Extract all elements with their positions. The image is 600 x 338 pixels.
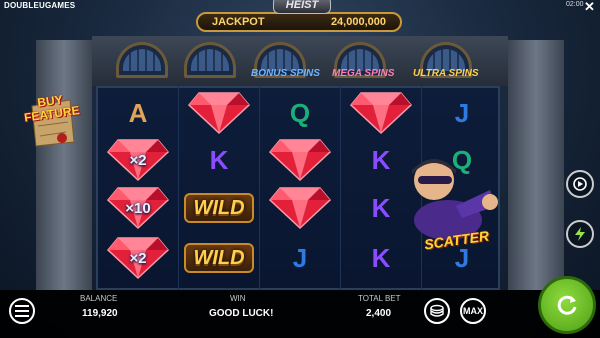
jackpot-label: JACKPOT bbox=[212, 16, 265, 28]
left-pillar bbox=[36, 40, 92, 290]
brand-name-part1: DOUBLEU bbox=[4, 1, 45, 10]
symbol-letter: Q bbox=[289, 97, 311, 128]
ruby-gem-symbol bbox=[179, 88, 259, 138]
game-logo: HEIST bbox=[273, 0, 331, 14]
bonus-spins-label: BONUS SPINS bbox=[251, 68, 320, 79]
gem-multiplier: ×10 bbox=[125, 199, 151, 217]
refresh-icon bbox=[557, 295, 577, 315]
balance-label: BALANCE bbox=[80, 294, 118, 303]
ruby-gem-icon bbox=[268, 186, 332, 230]
wild-symbol: WILD bbox=[179, 183, 259, 233]
autoplay-button[interactable] bbox=[566, 170, 594, 198]
letter-symbol-k: K bbox=[179, 135, 259, 185]
balance-value: 119,920 bbox=[82, 308, 118, 319]
letter-symbol-j: J bbox=[422, 88, 502, 138]
symbol-letter: J bbox=[292, 242, 308, 273]
right-pillar bbox=[508, 40, 564, 290]
wild-label: WILD bbox=[193, 196, 245, 219]
wild-label: WILD bbox=[193, 246, 245, 269]
mega-spins-label: MEGA SPINS bbox=[332, 68, 395, 79]
ruby-gem-symbol bbox=[260, 183, 340, 233]
gem-multiplier: ×2 bbox=[129, 151, 147, 169]
ruby-gem-symbol bbox=[341, 88, 421, 138]
symbol-letter: K bbox=[371, 242, 391, 273]
total-bet-value: 2,400 bbox=[366, 308, 392, 319]
coin-stack-icon bbox=[430, 304, 444, 317]
letter-symbol-q: Q bbox=[260, 88, 340, 138]
jackpot-value: 24,000,000 bbox=[330, 16, 386, 28]
menu-button[interactable] bbox=[9, 298, 35, 324]
ruby-gem-icon bbox=[187, 91, 251, 135]
spin-button[interactable] bbox=[538, 276, 596, 334]
win-label: WIN bbox=[230, 294, 246, 303]
bet-selector-button[interactable] bbox=[424, 298, 450, 324]
letter-symbol-j: J bbox=[260, 233, 340, 283]
total-bet-label: TOTAL BET bbox=[358, 294, 401, 303]
letter-symbol-a: A bbox=[98, 88, 178, 138]
gem-multiplier: ×2 bbox=[129, 249, 147, 267]
wild-symbol: WILD bbox=[179, 233, 259, 283]
brand-logo: DOUBLEUGAMES bbox=[4, 1, 75, 10]
ruby-gem-symbol: ×2 bbox=[98, 233, 178, 283]
symbol-letter: K bbox=[209, 144, 229, 175]
ultra-spins-label: ULTRA SPINS bbox=[413, 68, 479, 79]
menu-icon bbox=[15, 305, 29, 317]
clock: 02:00 bbox=[566, 1, 584, 8]
win-value: GOOD LUCK! bbox=[209, 308, 274, 319]
game-screen: BONUS SPINS MEGA SPINS ULTRA SPINS DOUBL… bbox=[0, 0, 600, 338]
max-bet-button[interactable]: MAX bbox=[460, 298, 486, 324]
ruby-gem-symbol: ×2 bbox=[98, 135, 178, 185]
lightning-icon bbox=[575, 227, 585, 241]
autoplay-icon bbox=[573, 177, 587, 191]
symbol-letter: A bbox=[128, 97, 148, 128]
brand-name-part2: GAMES bbox=[44, 1, 76, 10]
symbol-letter: K bbox=[371, 192, 391, 223]
ruby-gem-symbol: ×10 bbox=[98, 183, 178, 233]
turbo-button[interactable] bbox=[566, 220, 594, 248]
ruby-gem-icon bbox=[349, 91, 413, 135]
symbol-letter: K bbox=[371, 144, 391, 175]
ruby-gem-symbol bbox=[260, 135, 340, 185]
max-bet-label: MAX bbox=[463, 306, 483, 316]
ruby-gem-icon bbox=[268, 138, 332, 182]
close-icon[interactable]: ✕ bbox=[584, 0, 595, 15]
symbol-letter: J bbox=[454, 97, 470, 128]
jackpot-banner: JACKPOT 24,000,000 bbox=[196, 12, 402, 32]
